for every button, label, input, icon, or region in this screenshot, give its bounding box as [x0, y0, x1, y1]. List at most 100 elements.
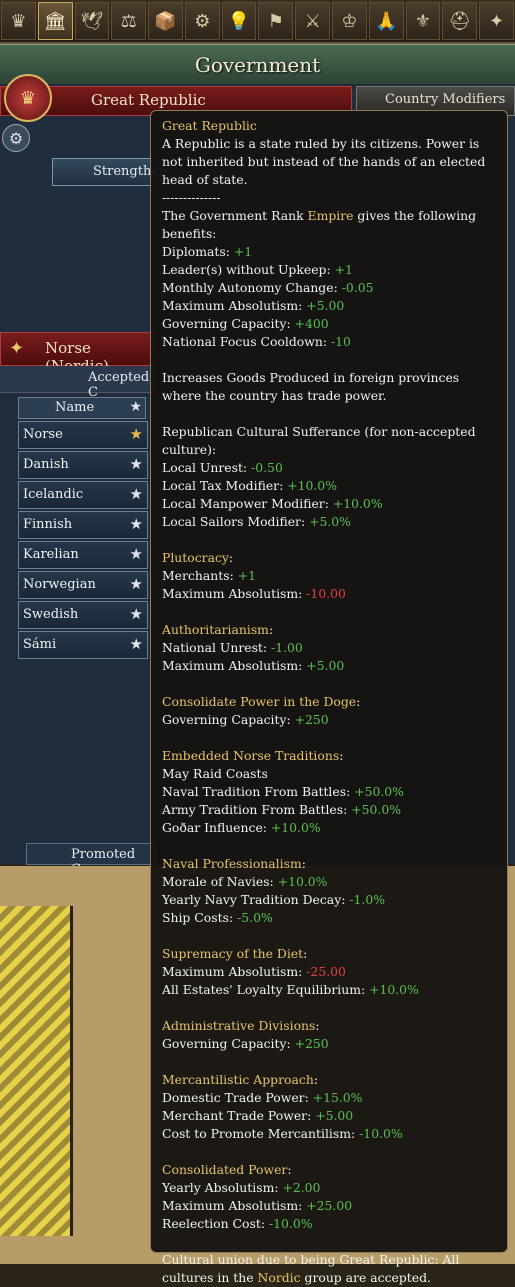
trade-crate-icon[interactable]: 📦	[148, 2, 183, 40]
effect-line: Yearly Absolutism: +2.00	[162, 1179, 497, 1197]
star-icon[interactable]: ★	[130, 575, 143, 593]
star-icon[interactable]: ★	[130, 425, 143, 443]
effect-label: Reelection Cost:	[162, 1216, 269, 1231]
sword-icon[interactable]: ⚔	[295, 2, 331, 40]
culture-row[interactable]: Norse ★	[18, 421, 148, 449]
culture-row[interactable]: Norwegian ★	[18, 571, 148, 599]
culture-name: Norwegian	[23, 577, 96, 592]
effect-label: Domestic Trade Power:	[162, 1090, 313, 1105]
effect-value: +1	[334, 262, 353, 277]
settings-gear-icon[interactable]: ⚙	[2, 124, 30, 152]
effect-line: All Estates' Loyalty Equilibrium: +10.0%	[162, 981, 497, 999]
effect-line: Maximum Absolutism: +5.00	[162, 657, 497, 675]
effect-label: Local Unrest:	[162, 460, 252, 475]
effect-label: National Focus Cooldown:	[162, 334, 331, 349]
courthouse-icon[interactable]: ⚖	[111, 2, 147, 40]
government-type-label: Great Republic	[91, 91, 206, 109]
star-icon[interactable]: ★	[130, 485, 143, 503]
reform-name: Supremacy of the Diet	[162, 946, 304, 961]
star-icon[interactable]: ★	[130, 515, 143, 533]
government-building-icon[interactable]: 🏛	[37, 2, 73, 40]
effect-label: Morale of Navies:	[162, 874, 278, 889]
culture-row[interactable]: Icelandic ★	[18, 481, 148, 509]
star-icon[interactable]: ★	[130, 605, 143, 623]
culture-row[interactable]: Swedish ★	[18, 601, 148, 629]
culture-name: Karelian	[23, 547, 79, 562]
accepted-cultures-header: Accepted C	[0, 366, 155, 400]
effect-label: Maximum Absolutism:	[162, 586, 307, 601]
effect-label: Army Tradition From Battles:	[162, 802, 352, 817]
effect-line: Governing Capacity: +250	[162, 1035, 497, 1053]
crown-crest-icon[interactable]: ♛	[4, 74, 52, 122]
culture-name: Finnish	[23, 517, 73, 532]
culture-icon: ✦	[9, 338, 25, 359]
effect-line: Maximum Absolutism: -10.00	[162, 585, 497, 603]
strengthen-button[interactable]: Strengthen	[52, 158, 167, 186]
idea-lightbulb-icon[interactable]: 💡	[221, 2, 257, 40]
star-icon[interactable]: ★	[130, 455, 143, 473]
crown-icon[interactable]: ♛	[1, 2, 36, 40]
effect-line: Maximum Absolutism: +5.00	[162, 297, 497, 315]
reform-name: Authoritarianism	[162, 622, 269, 637]
reform-title: Administrative Divisions:	[162, 1018, 320, 1033]
culture-name: Sámi	[23, 637, 57, 652]
primary-culture-banner[interactable]: ✦ Norse (Nordic)	[0, 332, 155, 375]
flag-icon[interactable]: ⚑	[258, 2, 294, 40]
effect-line: Morale of Navies: +10.0%	[162, 873, 497, 891]
effect-label: Local Sailors Modifier:	[162, 514, 310, 529]
effect-value: +5.00	[306, 298, 345, 313]
culture-table-header[interactable]: Name ★	[18, 397, 146, 419]
culture-row[interactable]: Danish ★	[18, 451, 148, 479]
reform-title: Consolidated Power:	[162, 1162, 292, 1177]
effect-line: Maximum Absolutism: -25.00	[162, 963, 497, 981]
effect-label: Merchants:	[162, 568, 238, 583]
star-icon[interactable]: ★	[130, 545, 143, 563]
reform-name: Naval Professionalism	[162, 856, 302, 871]
praying-hands-icon[interactable]: 🙏	[368, 2, 404, 40]
effect-line: Naval Tradition From Battles: +50.0%	[162, 783, 497, 801]
star-icon[interactable]: ★	[130, 635, 143, 653]
effect-line: Army Tradition From Battles: +50.0%	[162, 801, 497, 819]
star-icon: ★	[129, 399, 142, 415]
effect-line: Goðar Influence: +10.0%	[162, 819, 497, 837]
effect-line: Merchants: +1	[162, 567, 497, 585]
scroll-icon[interactable]: ✦	[479, 2, 514, 40]
effect-value: +50.0%	[354, 784, 404, 799]
culture-row[interactable]: Sámi ★	[18, 631, 148, 659]
effect-value: +400	[294, 316, 329, 331]
effect-line: Diplomats: +1	[162, 243, 497, 261]
reform-name: Consolidated Power	[162, 1162, 288, 1177]
culture-row[interactable]: Finnish ★	[18, 511, 148, 539]
effect-value: +15.0%	[312, 1090, 363, 1105]
gears-icon[interactable]: ⚙	[184, 2, 220, 40]
culture-name: Norse	[23, 427, 63, 442]
union-group: Nordic	[257, 1270, 301, 1285]
effect-label: Ship Costs:	[162, 910, 238, 925]
effect-value: +25.00	[306, 1198, 353, 1213]
effect-label: Maximum Absolutism:	[162, 1198, 307, 1213]
subjects-icon[interactable]: ⚜	[405, 2, 441, 40]
reform-name: Embedded Norse Traditions	[162, 748, 340, 763]
effect-label: Local Tax Modifier:	[162, 478, 288, 493]
dove-icon[interactable]: 🕊	[74, 2, 110, 40]
effect-value: +250	[294, 1036, 329, 1051]
effect-value: +10.0%	[369, 982, 419, 997]
effect-label: Yearly Absolutism:	[162, 1180, 283, 1195]
government-tooltip: Great Republic A Republic is a state rul…	[150, 110, 508, 1285]
effect-label: Governing Capacity:	[162, 316, 295, 331]
reform-title: Supremacy of the Diet:	[162, 946, 308, 961]
estates-crown-icon[interactable]: ♔	[332, 2, 367, 40]
effect-value: +5.00	[315, 1108, 354, 1123]
effect-line: Monthly Autonomy Change: -0.05	[162, 279, 497, 297]
effect-value: -25.00	[306, 964, 346, 979]
effect-label: Governing Capacity:	[162, 712, 295, 727]
effect-label: Maximum Absolutism:	[162, 298, 307, 313]
cultural-union-text: Cultural union due to being Great Republ…	[162, 1251, 497, 1287]
reform-name: Administrative Divisions	[162, 1018, 316, 1033]
culture-name: Danish	[23, 457, 69, 472]
culture-row[interactable]: Karelian ★	[18, 541, 148, 569]
reform-name: Plutocracy	[162, 550, 229, 565]
accepted-cultures-label: Accepted C	[88, 370, 150, 400]
helmet-icon[interactable]: ⛑	[442, 2, 478, 40]
effect-value: +50.0%	[351, 802, 401, 817]
